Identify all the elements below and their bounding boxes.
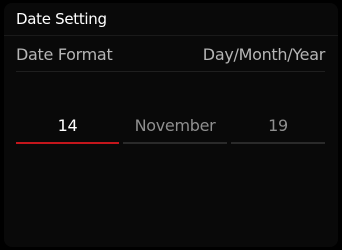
- date-format-row[interactable]: Date Format Day/Month/Year: [16, 38, 325, 68]
- date-format-value[interactable]: Day/Month/Year: [203, 45, 326, 64]
- year-value: 19: [268, 116, 288, 135]
- page-title: Date Setting: [16, 10, 107, 28]
- year-field-underline: [231, 142, 325, 144]
- day-value: 14: [57, 116, 78, 135]
- day-field[interactable]: 14: [16, 110, 119, 144]
- day-field-underline: [16, 142, 119, 144]
- month-field[interactable]: November: [123, 110, 227, 144]
- date-format-label: Date Format: [16, 45, 113, 64]
- month-value: November: [134, 116, 216, 135]
- title-divider: [4, 35, 338, 36]
- year-field[interactable]: 19: [231, 110, 325, 144]
- month-field-underline: [123, 142, 227, 144]
- date-setting-screen: Date Setting Date Format Day/Month/Year …: [0, 0, 342, 250]
- date-format-divider: [16, 71, 325, 72]
